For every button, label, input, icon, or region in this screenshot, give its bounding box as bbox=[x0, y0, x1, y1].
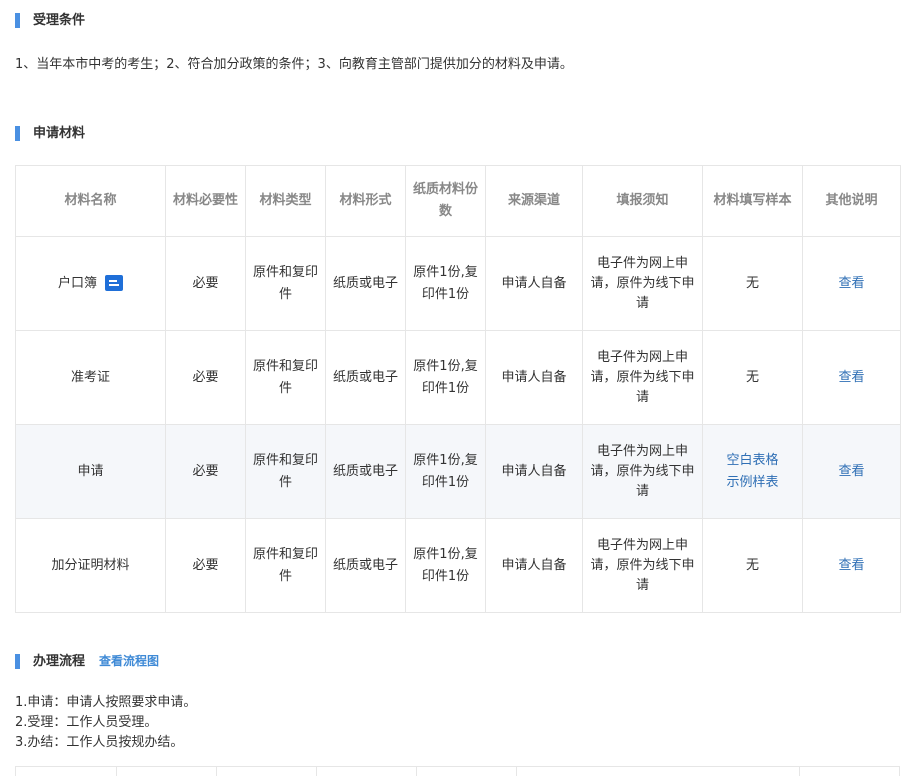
process-title-text: 办理流程 bbox=[33, 654, 86, 669]
form-cell: 纸质或电子 bbox=[325, 236, 406, 331]
view-link[interactable]: 查看 bbox=[838, 276, 864, 291]
table-row: 申请 必要 原件和复印件 纸质或电子 原件1份,复印件1份 申请人自备 电子件为… bbox=[15, 424, 901, 519]
source-cell: 申请人自备 bbox=[485, 330, 583, 425]
required-cell: 必要 bbox=[165, 424, 246, 519]
notice-cell: 电子件为网上申请，原件为线下申请 bbox=[582, 236, 703, 331]
type-cell: 原件和复印件 bbox=[245, 518, 326, 613]
table-row: 加分证明材料 必要 原件和复印件 纸质或电子 原件1份,复印件1份 申请人自备 … bbox=[15, 518, 901, 613]
source-cell: 申请人自备 bbox=[485, 236, 583, 331]
source-cell: 申请人自备 bbox=[485, 518, 583, 613]
materials-table: 材料名称 材料必要性 材料类型 材料形式 纸质材料份数 来源渠道 填报须知 材料… bbox=[15, 165, 901, 613]
col-header: 材料必要性 bbox=[165, 165, 246, 237]
copies-cell: 原件1份,复印件1份 bbox=[405, 330, 486, 425]
required-cell: 必要 bbox=[165, 330, 246, 425]
sample-cell: 无 bbox=[702, 330, 803, 425]
sample-cell: 空白表格 示例样表 bbox=[702, 424, 803, 519]
col-header: 来源渠道 bbox=[485, 165, 583, 237]
process-step: 3.办结：工作人员按规办结。 bbox=[15, 735, 184, 750]
col-header: 填报须知 bbox=[582, 165, 703, 237]
notice-cell: 电子件为网上申请，原件为线下申请 bbox=[582, 518, 703, 613]
table-row: 户口簿 必要 原件和复印件 纸质或电子 原件1份,复印件1份 申请人自备 电子件… bbox=[15, 236, 901, 331]
other-cell: 查看 bbox=[802, 236, 901, 331]
col-header: 纸质材料份数 bbox=[405, 165, 486, 237]
col-header: 材料名称 bbox=[15, 165, 166, 237]
table-header-row: 材料名称 材料必要性 材料类型 材料形式 纸质材料份数 来源渠道 填报须知 材料… bbox=[15, 165, 901, 237]
material-name-cell: 申请 bbox=[15, 424, 166, 519]
material-name-cell: 加分证明材料 bbox=[15, 518, 166, 613]
conditions-text: 1、当年本市中考的考生；2、符合加分政策的条件；3、向教育主管部门提供加分的材料… bbox=[15, 57, 573, 72]
other-cell: 查看 bbox=[802, 518, 901, 613]
type-cell: 原件和复印件 bbox=[245, 330, 326, 425]
copies-cell: 原件1份,复印件1份 bbox=[405, 518, 486, 613]
form-cell: 纸质或电子 bbox=[325, 518, 406, 613]
view-flowchart-link[interactable]: 查看流程图 bbox=[99, 654, 159, 668]
blank-form-link[interactable]: 空白表格 bbox=[709, 450, 796, 472]
other-cell: 查看 bbox=[802, 424, 901, 519]
view-link[interactable]: 查看 bbox=[838, 464, 864, 479]
material-name: 户口簿 bbox=[57, 275, 97, 291]
process-title: 办理流程 查看流程图 bbox=[15, 654, 159, 669]
process-steps: 1.申请：申请人按照要求申请。 2.受理：工作人员受理。 3.办结：工作人员按规… bbox=[15, 693, 196, 753]
view-link[interactable]: 查看 bbox=[838, 370, 864, 385]
materials-title: 申请材料 bbox=[15, 126, 85, 141]
notice-cell: 电子件为网上申请，原件为线下申请 bbox=[582, 424, 703, 519]
sample-cell: 无 bbox=[702, 518, 803, 613]
document-icon[interactable] bbox=[105, 275, 123, 291]
material-name-cell: 户口簿 bbox=[15, 236, 166, 331]
type-cell: 原件和复印件 bbox=[245, 236, 326, 331]
copies-cell: 原件1份,复印件1份 bbox=[405, 236, 486, 331]
process-step: 1.申请：申请人按照要求申请。 bbox=[15, 695, 197, 710]
form-cell: 纸质或电子 bbox=[325, 424, 406, 519]
required-cell: 必要 bbox=[165, 236, 246, 331]
col-header: 材料类型 bbox=[245, 165, 326, 237]
col-header: 材料填写样本 bbox=[702, 165, 803, 237]
col-header: 材料形式 bbox=[325, 165, 406, 237]
form-cell: 纸质或电子 bbox=[325, 330, 406, 425]
sample-cell: 无 bbox=[702, 236, 803, 331]
col-header: 其他说明 bbox=[802, 165, 901, 237]
view-link[interactable]: 查看 bbox=[838, 558, 864, 573]
next-table-edge bbox=[15, 766, 900, 776]
notice-cell: 电子件为网上申请，原件为线下申请 bbox=[582, 330, 703, 425]
sample-form-link[interactable]: 示例样表 bbox=[709, 472, 796, 494]
material-name-cell: 准考证 bbox=[15, 330, 166, 425]
source-cell: 申请人自备 bbox=[485, 424, 583, 519]
required-cell: 必要 bbox=[165, 518, 246, 613]
other-cell: 查看 bbox=[802, 330, 901, 425]
type-cell: 原件和复印件 bbox=[245, 424, 326, 519]
conditions-title: 受理条件 bbox=[15, 13, 85, 28]
table-row: 准考证 必要 原件和复印件 纸质或电子 原件1份,复印件1份 申请人自备 电子件… bbox=[15, 330, 901, 425]
process-step: 2.受理：工作人员受理。 bbox=[15, 715, 158, 730]
copies-cell: 原件1份,复印件1份 bbox=[405, 424, 486, 519]
